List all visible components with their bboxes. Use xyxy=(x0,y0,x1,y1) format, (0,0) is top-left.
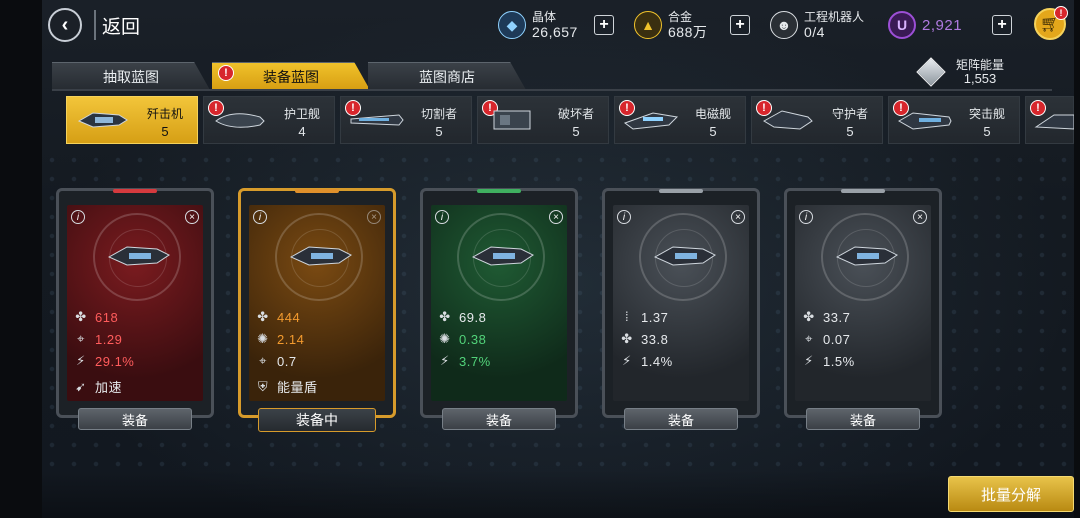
tab-blueprint-shop[interactable]: 蓝图商店 xyxy=(368,62,526,90)
crystal-icon: ◆ xyxy=(498,11,526,39)
weapon-icon xyxy=(835,246,898,266)
cutter-ship-icon xyxy=(350,114,404,126)
blueprint-card-3[interactable]: i × ✤ 69.8 ✺ 0.38 ⚡︎ 3.7% 装备 xyxy=(420,188,578,430)
bulk-dismantle-button[interactable]: 批量分解 xyxy=(948,476,1074,512)
ammo-icon: ⁞ xyxy=(624,309,630,324)
ship-tab-destroyer[interactable]: ! 破坏者 5 xyxy=(477,96,609,144)
u-currency-value: 2,921 xyxy=(922,16,963,34)
assault-ship-icon xyxy=(897,112,952,130)
back-button[interactable]: ‹ xyxy=(48,8,82,42)
robot-resource: ☻ 工程机器人 0/4 xyxy=(770,6,864,44)
weapon-icon xyxy=(471,246,534,266)
back-label[interactable]: 返回 xyxy=(102,12,140,39)
crit-icon: ⚡︎ xyxy=(76,353,86,368)
ship-tab-railgun[interactable]: ! 电磁舰 5 xyxy=(614,96,746,144)
damage-icon: ✤ xyxy=(75,309,87,324)
escort-ship-icon xyxy=(215,113,265,128)
damage-icon: ✤ xyxy=(803,309,815,324)
ship-tab-cutter[interactable]: ! 切割者 5 xyxy=(340,96,472,144)
damage-icon: ✤ xyxy=(621,331,633,346)
info-icon[interactable]: i xyxy=(799,210,813,224)
railgun-ship-icon xyxy=(623,112,679,130)
blueprint-card-1[interactable]: i × ✤ 618 ⌖ 1.29 ⚡︎ 29.1% ➹ 加速 装备 xyxy=(56,188,214,430)
robot-name: 工程机器人 xyxy=(804,10,865,24)
equip-button[interactable]: 装备 xyxy=(78,408,192,430)
u-currency-resource: U 2,921 xyxy=(888,6,962,44)
info-icon[interactable]: i xyxy=(253,210,267,224)
equip-button[interactable]: 装备 xyxy=(806,408,920,430)
crystal-value: 26,657 xyxy=(532,24,578,40)
tab-draw-blueprint[interactable]: 抽取蓝图 xyxy=(52,62,210,90)
chevron-left-icon: ‹ xyxy=(61,13,69,36)
left-letterbox xyxy=(0,0,42,518)
dismantle-icon[interactable]: × xyxy=(731,210,745,224)
ship-tab-next[interactable]: ! xyxy=(1025,96,1074,144)
blueprint-card-4[interactable]: i × ⁞ 1.37 ✤ 33.8 ⚡︎ 1.4% 装备 xyxy=(602,188,760,430)
matrix-cube-icon xyxy=(916,57,946,87)
crit-icon: ⚡︎ xyxy=(622,353,632,368)
crit-icon: ⚡︎ xyxy=(440,353,450,368)
weapon-icon xyxy=(107,246,170,266)
weapon-icon xyxy=(289,246,352,266)
add-u-currency-button[interactable]: + xyxy=(992,15,1012,35)
u-currency-icon: U xyxy=(888,11,916,39)
dismantle-icon[interactable]: × xyxy=(549,210,563,224)
ship-type-selector: 歼击机 5 ! 护卫舰 4 ! 切割者 5 ! 破坏者 5 ! 电磁舰 5 ! … xyxy=(66,96,1074,144)
equip-button[interactable]: 装备 xyxy=(442,408,556,430)
dismantle-icon: × xyxy=(367,210,381,224)
crosshair-icon: ⌖ xyxy=(805,331,813,346)
crystal-resource: ◆ 晶体 26,657 xyxy=(498,6,578,44)
add-crystal-button[interactable]: + xyxy=(594,15,614,35)
equipped-button[interactable]: 装备中 xyxy=(258,408,376,432)
divider xyxy=(94,10,96,40)
weapon-icon xyxy=(653,246,716,266)
info-icon[interactable]: i xyxy=(617,210,631,224)
matrix-energy: 矩阵能量 1,553 xyxy=(916,57,1005,87)
crystal-name: 晶体 xyxy=(532,10,557,24)
alloy-resource: ▲ 合金 688万 xyxy=(634,6,707,44)
ship-tab-fighter[interactable]: 歼击机 5 xyxy=(66,96,198,144)
right-letterbox xyxy=(1074,0,1080,518)
crosshair-icon: ⌖ xyxy=(259,353,267,368)
guardian-ship-icon xyxy=(763,110,813,130)
partial-ship-icon xyxy=(1034,114,1074,130)
alloy-name: 合金 xyxy=(668,10,693,24)
alert-badge-icon: ! xyxy=(218,65,234,81)
damage-icon: ✤ xyxy=(257,309,269,324)
matrix-energy-label: 矩阵能量 xyxy=(956,58,1005,72)
add-alloy-button[interactable]: + xyxy=(730,15,750,35)
shop-cart-button[interactable]: 🛒︎ ! xyxy=(1034,6,1068,40)
ship-tab-escort[interactable]: ! 护卫舰 4 xyxy=(203,96,335,144)
alloy-icon: ▲ xyxy=(634,11,662,39)
damage-icon: ✤ xyxy=(439,309,451,324)
tab-equip-blueprint[interactable]: ! 装备蓝图 xyxy=(212,62,370,90)
top-bar: ‹ 返回 ◆ 晶体 26,657 + ▲ 合金 688万 + ☻ 工程机器人 0… xyxy=(42,0,1074,52)
blueprint-card-2[interactable]: i × ✤ 444 ✺ 2.14 ⌖ 0.7 ⛨ 能量盾 装备中 xyxy=(238,188,396,432)
info-icon[interactable]: i xyxy=(435,210,449,224)
alert-badge-icon: ! xyxy=(1054,6,1068,20)
ship-tab-guardian[interactable]: ! 守护者 5 xyxy=(751,96,883,144)
crit-icon: ⚡︎ xyxy=(804,353,814,368)
dismantle-icon[interactable]: × xyxy=(913,210,927,224)
boost-icon: ➹ xyxy=(75,378,87,394)
robot-icon: ☻ xyxy=(770,11,798,39)
crosshair-icon: ⌖ xyxy=(77,331,85,346)
blueprint-screen: ‹ 返回 ◆ 晶体 26,657 + ▲ 合金 688万 + ☻ 工程机器人 0… xyxy=(42,0,1074,518)
info-icon[interactable]: i xyxy=(71,210,85,224)
cooldown-icon: ✺ xyxy=(257,331,269,346)
fighter-ship-icon xyxy=(77,112,128,128)
shield-icon: ⛨ xyxy=(257,378,269,394)
robot-value: 0/4 xyxy=(804,24,825,40)
equip-button[interactable]: 装备 xyxy=(624,408,738,430)
blueprint-card-5[interactable]: i × ✤ 33.7 ⌖ 0.07 ⚡︎ 1.5% 装备 xyxy=(784,188,942,430)
bottom-strip xyxy=(42,470,1074,518)
tab-underline xyxy=(52,89,1052,91)
alloy-value: 688万 xyxy=(668,24,708,40)
matrix-energy-value: 1,553 xyxy=(963,71,997,86)
cooldown-icon: ✺ xyxy=(439,331,451,346)
dismantle-icon[interactable]: × xyxy=(185,210,199,224)
destroyer-ship-icon xyxy=(493,110,531,130)
ship-tab-assault[interactable]: ! 突击舰 5 xyxy=(888,96,1020,144)
